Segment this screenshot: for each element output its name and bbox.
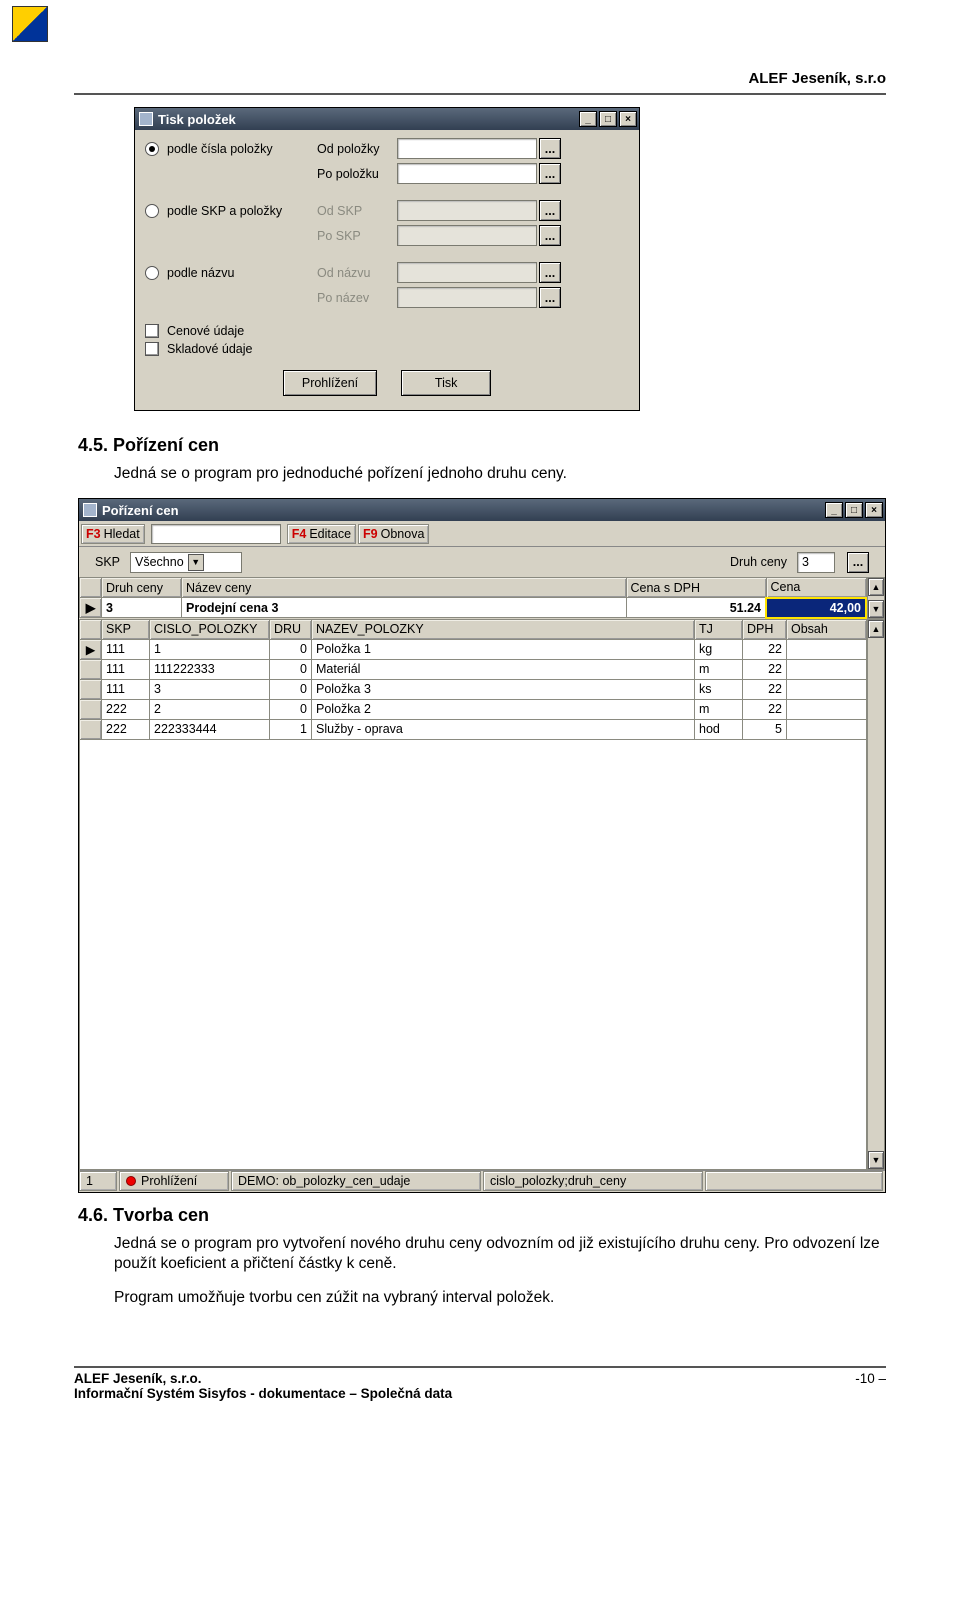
browse-po-polozku[interactable]: ... — [539, 163, 561, 184]
row-indicator-icon — [80, 699, 102, 719]
company-logo — [12, 6, 48, 42]
input-po-polozku[interactable] — [397, 163, 537, 184]
section-45-title: 4.5. Pořízení cen — [78, 435, 886, 456]
minimize-button[interactable]: _ — [825, 502, 843, 518]
status-datasource: DEMO: ob_polozky_cen_udaje — [231, 1171, 481, 1191]
radio-podle-skp[interactable] — [145, 204, 159, 218]
radio-podle-cisla[interactable] — [145, 142, 159, 156]
toolbar-f9-obnova[interactable]: F9Obnova — [358, 524, 429, 544]
grid-row[interactable]: 2222223334441Služby - opravahod5 — [80, 719, 867, 739]
scroll-down-icon[interactable]: ▼ — [868, 600, 884, 618]
toolbar: F3Hledat F4Editace F9Obnova — [79, 521, 885, 547]
search-input[interactable] — [151, 524, 281, 544]
label-od-nazvu: Od názvu — [317, 266, 397, 280]
scroll-up-icon[interactable]: ▲ — [868, 620, 884, 638]
status-empty — [705, 1171, 883, 1191]
button-prohlizeni[interactable]: Prohlížení — [283, 370, 377, 396]
toolbar-f3-hledat[interactable]: F3Hledat — [81, 524, 145, 544]
checkbox-cenove-label: Cenové údaje — [167, 324, 244, 338]
filter-bar: SKP Všechno▼ Druh ceny 3 ... — [79, 547, 885, 577]
header-company: ALEF Jeseník, s.r.o — [74, 70, 886, 87]
maximize-button[interactable]: □ — [599, 111, 617, 127]
app-icon — [83, 503, 97, 517]
grid-row[interactable]: 1111112223330Materiálm22 — [80, 659, 867, 679]
radio-podle-nazvu[interactable] — [145, 266, 159, 280]
row-indicator-icon — [80, 659, 102, 679]
grid-row[interactable]: 11130Položka 3ks22 — [80, 679, 867, 699]
grid-row[interactable]: 22220Položka 2m22 — [80, 699, 867, 719]
browse-od-skp[interactable]: ... — [539, 200, 561, 221]
label-druh-ceny: Druh ceny — [730, 555, 787, 569]
browse-po-nazev[interactable]: ... — [539, 287, 561, 308]
grid-row-selected[interactable]: ▶ 3 Prodejní cena 3 51.24 42,00 — [80, 598, 867, 618]
radio-podle-skp-label: podle SKP a položky — [167, 204, 317, 218]
checkbox-cenove[interactable] — [145, 324, 159, 338]
close-button[interactable]: × — [865, 502, 883, 518]
radio-podle-cisla-label: podle čísla položky — [167, 142, 317, 156]
row-indicator-icon — [80, 679, 102, 699]
section-46-title: 4.6. Tvorba cen — [78, 1205, 886, 1226]
scroll-down-icon[interactable]: ▼ — [868, 1151, 884, 1169]
section-45-body: Jedná se o program pro jednoduché poříze… — [114, 464, 886, 484]
window-title: Tisk položek — [158, 112, 579, 127]
browse-druh-ceny[interactable]: ... — [847, 552, 869, 573]
window-title: Pořízení cen — [102, 503, 825, 518]
combo-skp[interactable]: Všechno▼ — [130, 552, 242, 573]
input-po-skp — [397, 225, 537, 246]
grid-row[interactable]: ▶11110Položka 1kg22 — [80, 639, 867, 659]
status-mode: Prohlížení — [119, 1171, 229, 1191]
row-indicator-icon — [80, 719, 102, 739]
section-46-body2: Program umožňuje tvorbu cen zúžit na vyb… — [114, 1288, 886, 1308]
checkbox-skladove-label: Skladové údaje — [167, 342, 252, 356]
grid-header-row: SKP CISLO_POLOZKY DRU NAZEV_POLOZKY TJ D… — [80, 619, 867, 639]
window-porizeni-cen: Pořízení cen _ □ × F3Hledat F4Editace F9… — [78, 498, 886, 1193]
footer-company: ALEF Jeseník, s.r.o. — [74, 1371, 202, 1386]
label-skp: SKP — [95, 555, 120, 569]
label-po-polozku: Po položku — [317, 167, 397, 181]
footer-page-number: -10 – — [855, 1371, 886, 1386]
browse-po-skp[interactable]: ... — [539, 225, 561, 246]
input-druh-ceny[interactable]: 3 — [797, 552, 835, 573]
scrollbar-vertical[interactable]: ▲ ▼ — [867, 577, 885, 619]
chevron-down-icon: ▼ — [188, 554, 204, 571]
status-dot-icon — [126, 1176, 136, 1186]
status-sort: cislo_polozky;druh_ceny — [483, 1171, 703, 1191]
maximize-button[interactable]: □ — [845, 502, 863, 518]
grid-polozky: SKP CISLO_POLOZKY DRU NAZEV_POLOZKY TJ D… — [79, 619, 885, 1170]
status-record: 1 — [79, 1171, 117, 1191]
scroll-up-icon[interactable]: ▲ — [868, 578, 884, 596]
row-indicator-icon: ▶ — [80, 598, 102, 618]
grid-header-row: Druh ceny Název ceny Cena s DPH Cena — [80, 578, 867, 598]
minimize-button[interactable]: _ — [579, 111, 597, 127]
section-46-body1: Jedná se o program pro vytvoření nového … — [114, 1234, 886, 1274]
titlebar: Pořízení cen _ □ × — [79, 499, 885, 521]
page-footer: ALEF Jeseník, s.r.o. -10 – Informační Sy… — [74, 1366, 886, 1401]
window-tisk-polozek: Tisk položek _ □ × podle čísla položky O… — [134, 107, 640, 411]
input-od-nazvu — [397, 262, 537, 283]
footer-subtitle: Informační Systém Sisyfos - dokumentace … — [74, 1386, 886, 1401]
row-indicator-icon: ▶ — [80, 639, 102, 659]
browse-od-polozky[interactable]: ... — [539, 138, 561, 159]
input-od-skp — [397, 200, 537, 221]
toolbar-f4-editace[interactable]: F4Editace — [287, 524, 356, 544]
input-od-polozky[interactable] — [397, 138, 537, 159]
label-po-skp: Po SKP — [317, 229, 397, 243]
status-bar: 1 Prohlížení DEMO: ob_polozky_cen_udaje … — [79, 1170, 885, 1192]
grid-ceny: Druh ceny Název ceny Cena s DPH Cena ▶ 3… — [79, 577, 885, 619]
close-button[interactable]: × — [619, 111, 637, 127]
checkbox-skladove[interactable] — [145, 342, 159, 356]
radio-podle-nazvu-label: podle názvu — [167, 266, 317, 280]
input-po-nazev — [397, 287, 537, 308]
header-rule — [74, 93, 886, 95]
label-od-polozky: Od položky — [317, 142, 397, 156]
app-icon — [139, 112, 153, 126]
browse-od-nazvu[interactable]: ... — [539, 262, 561, 283]
titlebar: Tisk položek _ □ × — [135, 108, 639, 130]
label-po-nazev: Po název — [317, 291, 397, 305]
label-od-skp: Od SKP — [317, 204, 397, 218]
grid-empty-area — [79, 740, 867, 1170]
scrollbar-vertical[interactable]: ▲ ▼ — [867, 619, 885, 1170]
button-tisk[interactable]: Tisk — [401, 370, 491, 396]
